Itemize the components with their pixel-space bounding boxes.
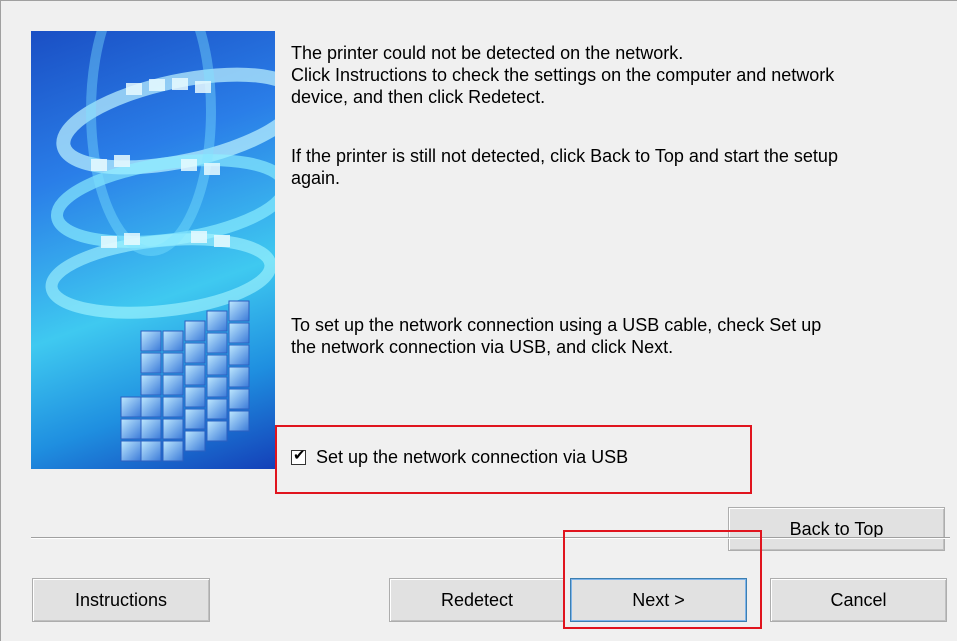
next-highlight-box	[563, 530, 762, 629]
setup-dialog: The printer could not be detected on the…	[0, 0, 957, 641]
checkbox-highlight-box	[275, 425, 752, 494]
message-line: device, and then click Redetect.	[291, 87, 546, 107]
cancel-button[interactable]: Cancel	[770, 578, 947, 622]
message-line: If the printer is still not detected, cl…	[291, 146, 838, 166]
message-line: Click Instructions to check the settings…	[291, 65, 835, 85]
message-line: the network connection via USB, and clic…	[291, 337, 674, 357]
not-detected-message: The printer could not be detected on the…	[291, 42, 951, 108]
instructions-button[interactable]: Instructions	[32, 578, 210, 622]
message-line: To set up the network connection using a…	[291, 315, 822, 335]
usb-instructions-message: To set up the network connection using a…	[291, 314, 951, 358]
divider	[31, 537, 950, 539]
printer-spiral-illustration	[31, 31, 275, 469]
redetect-button[interactable]: Redetect	[389, 578, 565, 622]
message-line: The printer could not be detected on the…	[291, 43, 684, 63]
message-line: again.	[291, 168, 341, 188]
still-not-detected-message: If the printer is still not detected, cl…	[291, 145, 951, 189]
